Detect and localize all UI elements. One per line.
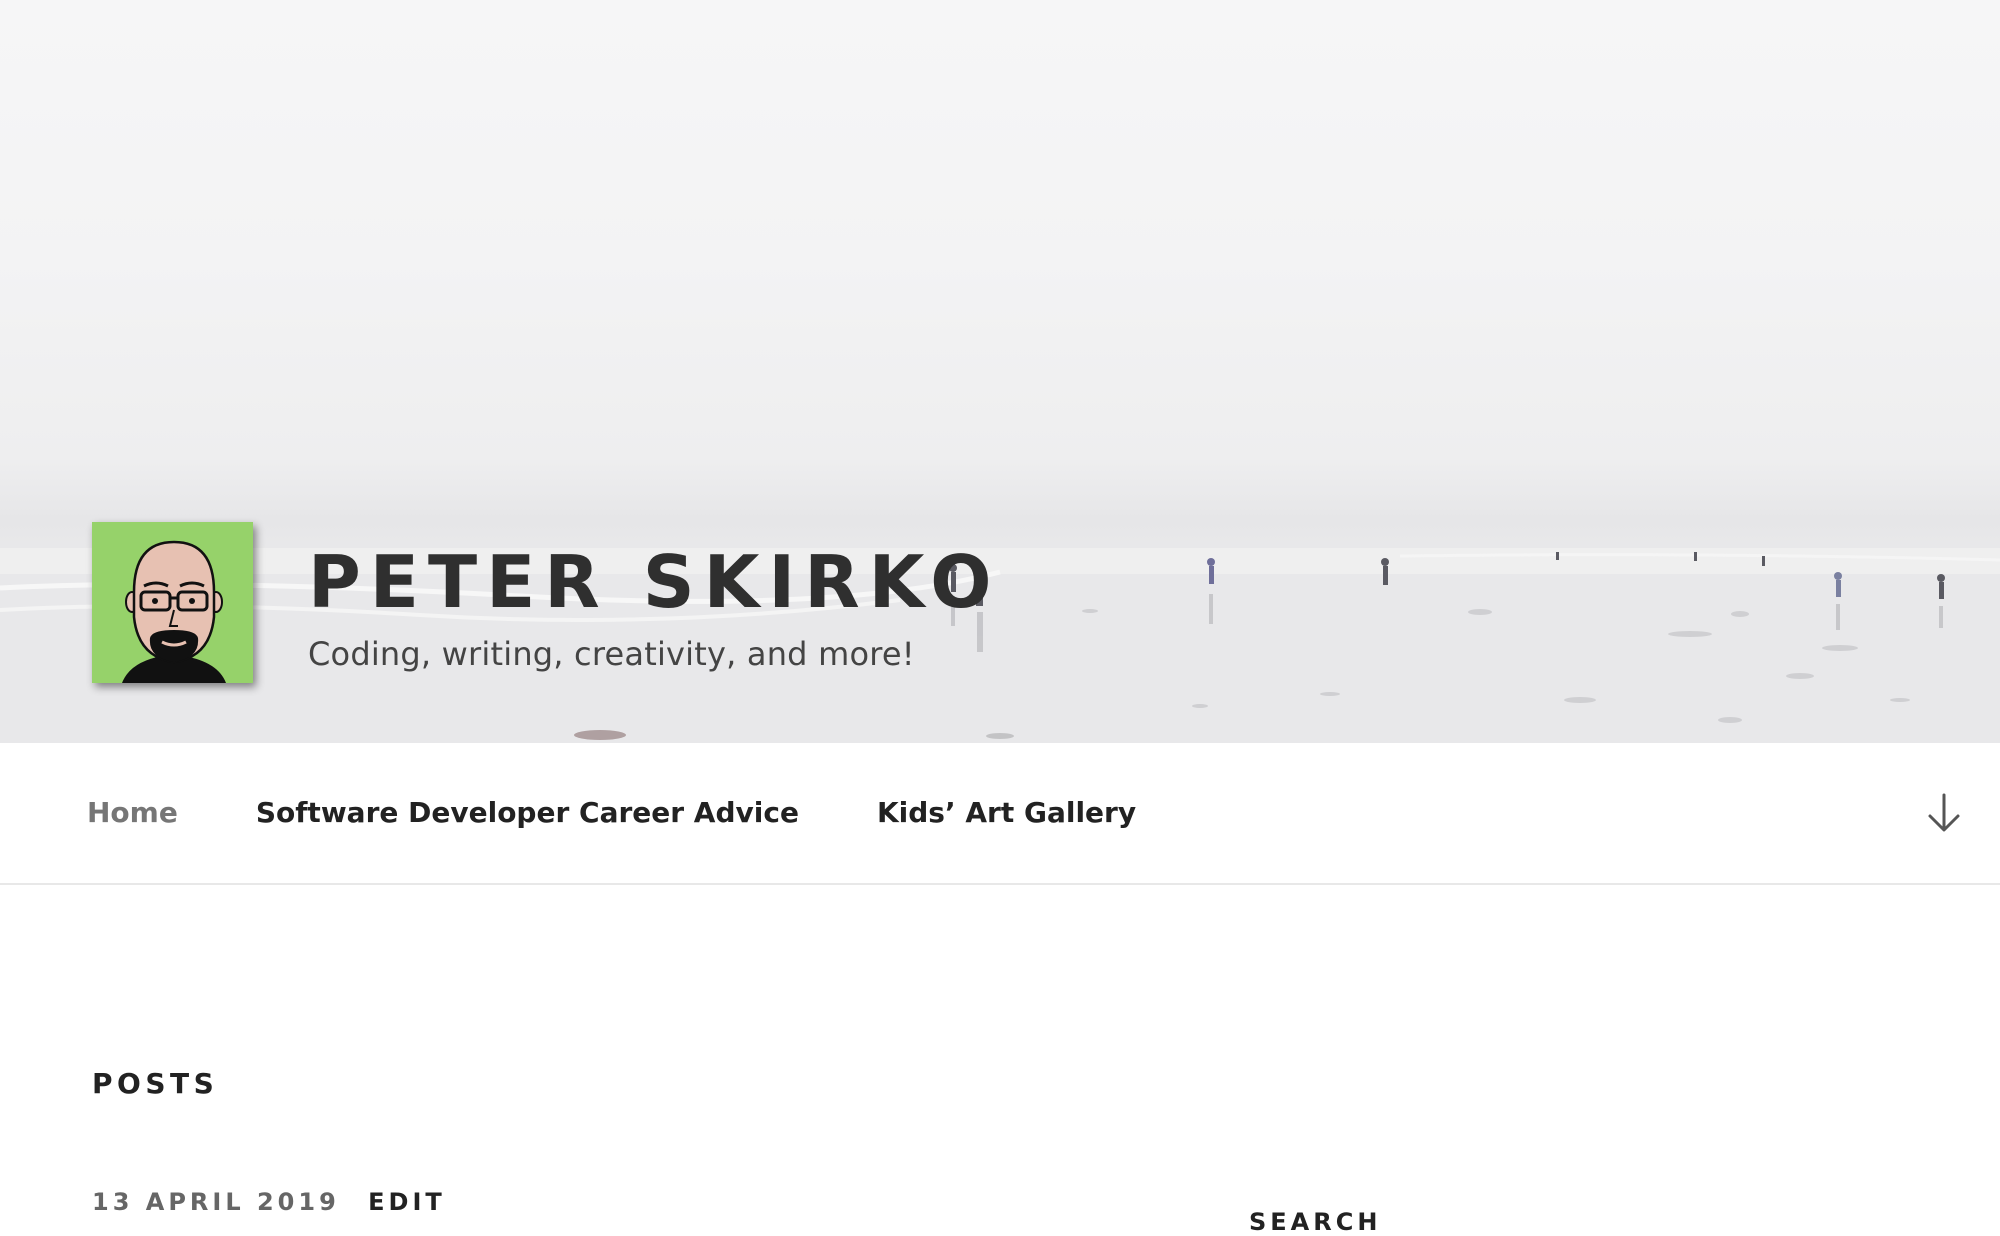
main-navigation: Home Software Developer Career Advice Ki…	[0, 743, 2000, 885]
site-titles: PETER SKIRKO Coding, writing, creativity…	[308, 546, 1000, 670]
edit-link[interactable]: EDIT	[368, 1188, 446, 1216]
arrow-down-icon	[1928, 793, 1960, 832]
scroll-down-button[interactable]	[1924, 791, 1964, 835]
search-widget-heading: SEARCH	[1249, 1207, 1382, 1236]
nav-item-home[interactable]: Home	[87, 797, 178, 829]
site-description: Coding, writing, creativity, and more!	[308, 635, 915, 673]
nav-menu: Home Software Developer Career Advice Ki…	[87, 797, 1136, 829]
site-branding: PETER SKIRKO Coding, writing, creativity…	[92, 522, 1000, 683]
nav-item-kids-art-gallery[interactable]: Kids’ Art Gallery	[877, 797, 1136, 829]
post-date[interactable]: 13 APRIL 2019	[92, 1188, 340, 1216]
post-meta: 13 APRIL 2019 EDIT	[92, 1188, 446, 1216]
nav-item-software-developer-career-advice[interactable]: Software Developer Career Advice	[256, 797, 799, 829]
avatar-icon	[122, 540, 226, 683]
site-header: PETER SKIRKO Coding, writing, creativity…	[0, 0, 2000, 743]
site-logo[interactable]	[92, 522, 253, 683]
posts-heading: POSTS	[92, 1067, 219, 1100]
site-title[interactable]: PETER SKIRKO	[308, 546, 1000, 618]
